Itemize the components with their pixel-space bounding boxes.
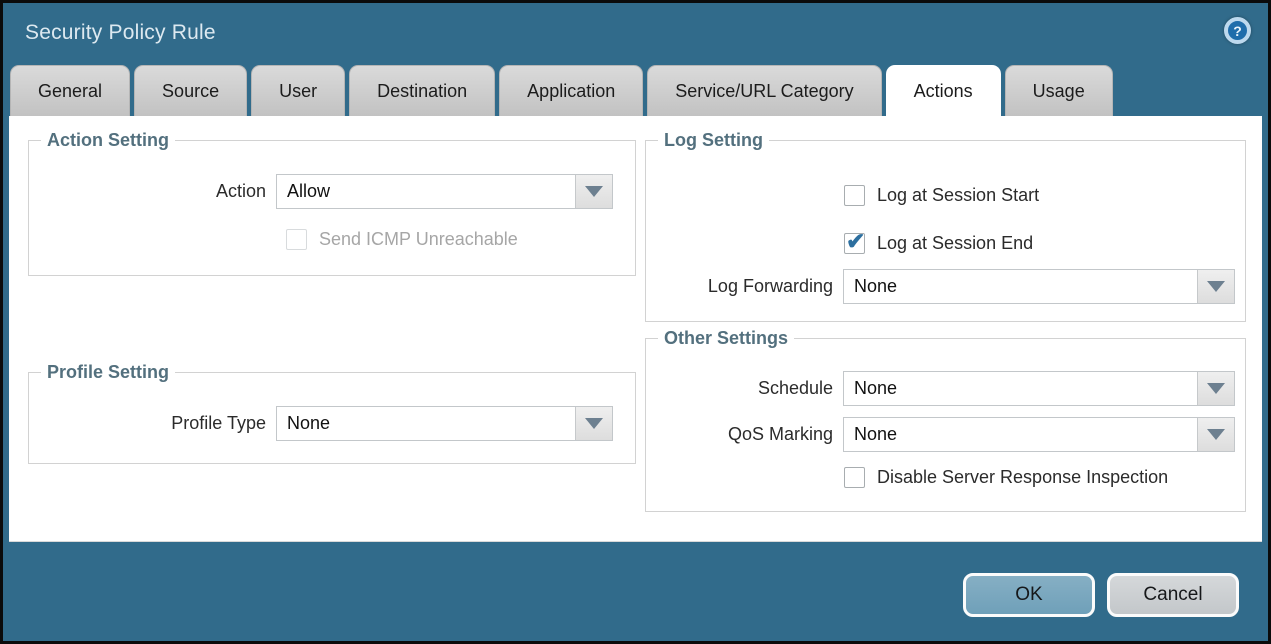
other-settings-group: Other Settings Schedule None QoS Marking… bbox=[645, 338, 1246, 512]
log-session-end-row: Log at Session End bbox=[844, 233, 1033, 254]
tab-source[interactable]: Source bbox=[134, 65, 247, 116]
schedule-dropdown-button[interactable] bbox=[1197, 372, 1234, 405]
chevron-down-icon bbox=[585, 186, 603, 197]
actions-tab-panel: Action Setting Action Allow Send ICMP Un… bbox=[9, 116, 1262, 542]
profile-type-label: Profile Type bbox=[29, 413, 276, 434]
log-session-start-label: Log at Session Start bbox=[865, 185, 1039, 206]
profile-type-dropdown-value: None bbox=[277, 407, 575, 440]
action-setting-legend: Action Setting bbox=[41, 130, 175, 151]
tab-service-url-category[interactable]: Service/URL Category bbox=[647, 65, 881, 116]
tab-application[interactable]: Application bbox=[499, 65, 643, 116]
log-setting-group: Log Setting Log at Session Start Log at … bbox=[645, 140, 1246, 322]
tab-actions[interactable]: Actions bbox=[886, 65, 1001, 116]
log-forwarding-dropdown[interactable]: None bbox=[843, 269, 1235, 304]
tab-destination[interactable]: Destination bbox=[349, 65, 495, 116]
action-dropdown-button[interactable] bbox=[575, 175, 612, 208]
send-icmp-checkbox[interactable] bbox=[286, 229, 307, 250]
log-setting-legend: Log Setting bbox=[658, 130, 769, 151]
dsri-checkbox[interactable] bbox=[844, 467, 865, 488]
profile-type-dropdown-button[interactable] bbox=[575, 407, 612, 440]
tab-usage[interactable]: Usage bbox=[1005, 65, 1113, 116]
action-label: Action bbox=[29, 181, 276, 202]
log-forwarding-dropdown-value: None bbox=[844, 270, 1197, 303]
log-session-start-checkbox[interactable] bbox=[844, 185, 865, 206]
tab-user[interactable]: User bbox=[251, 65, 345, 116]
send-icmp-row: Send ICMP Unreachable bbox=[286, 229, 518, 250]
other-settings-legend: Other Settings bbox=[658, 328, 794, 349]
qos-marking-dropdown-button[interactable] bbox=[1197, 418, 1234, 451]
schedule-label: Schedule bbox=[646, 378, 843, 399]
qos-marking-label: QoS Marking bbox=[646, 424, 843, 445]
schedule-dropdown[interactable]: None bbox=[843, 371, 1235, 406]
tab-general[interactable]: General bbox=[10, 65, 130, 116]
profile-type-dropdown[interactable]: None bbox=[276, 406, 613, 441]
qos-marking-dropdown[interactable]: None bbox=[843, 417, 1235, 452]
profile-setting-legend: Profile Setting bbox=[41, 362, 175, 383]
send-icmp-label: Send ICMP Unreachable bbox=[307, 229, 518, 250]
profile-setting-group: Profile Setting Profile Type None bbox=[28, 372, 636, 464]
chevron-down-icon bbox=[1207, 429, 1225, 440]
cancel-button[interactable]: Cancel bbox=[1107, 573, 1239, 617]
action-dropdown[interactable]: Allow bbox=[276, 174, 613, 209]
log-forwarding-label: Log Forwarding bbox=[646, 276, 843, 297]
log-session-end-checkbox[interactable] bbox=[844, 233, 865, 254]
log-forwarding-dropdown-button[interactable] bbox=[1197, 270, 1234, 303]
dialog-title: Security Policy Rule bbox=[25, 21, 216, 45]
dsri-label: Disable Server Response Inspection bbox=[865, 467, 1168, 488]
chevron-down-icon bbox=[1207, 281, 1225, 292]
dsri-row: Disable Server Response Inspection bbox=[844, 467, 1168, 488]
schedule-dropdown-value: None bbox=[844, 372, 1197, 405]
ok-button[interactable]: OK bbox=[963, 573, 1095, 617]
log-session-end-label: Log at Session End bbox=[865, 233, 1033, 254]
chevron-down-icon bbox=[1207, 383, 1225, 394]
chevron-down-icon bbox=[585, 418, 603, 429]
security-policy-rule-dialog: Security Policy Rule ? GeneralSourceUser… bbox=[0, 0, 1271, 644]
help-icon[interactable]: ? bbox=[1224, 17, 1251, 44]
tab-bar: GeneralSourceUserDestinationApplicationS… bbox=[10, 65, 1113, 116]
action-dropdown-value: Allow bbox=[277, 175, 575, 208]
log-session-start-row: Log at Session Start bbox=[844, 185, 1039, 206]
qos-marking-dropdown-value: None bbox=[844, 418, 1197, 451]
action-setting-group: Action Setting Action Allow Send ICMP Un… bbox=[28, 140, 636, 276]
